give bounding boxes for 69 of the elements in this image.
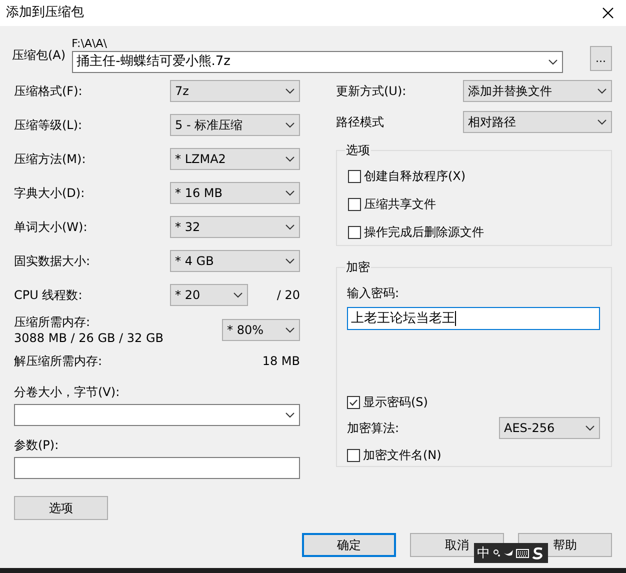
chevron-down-icon [285, 190, 295, 196]
path-mode-combo[interactable]: 相对路径 [463, 111, 612, 133]
chevron-down-icon [585, 425, 595, 431]
chevron-down-icon [597, 119, 607, 125]
option-label: 操作完成后删除源文件 [364, 224, 484, 241]
checkbox[interactable] [347, 396, 360, 408]
chevron-down-icon [285, 156, 295, 162]
setting-combo[interactable]: * 32 [170, 216, 300, 238]
encryption-method-combo[interactable]: AES-256 [499, 417, 600, 439]
password-label: 输入密码: [347, 285, 400, 302]
cpu-threads-total: / 20 [276, 287, 300, 304]
setting-label: 字典大小(D): [14, 185, 85, 202]
memory-usage-combo[interactable]: * 80% [222, 319, 300, 341]
logo-icon[interactable] [532, 546, 544, 560]
archive-path: F:\A\A\ [72, 37, 108, 51]
chevron-down-icon [285, 258, 295, 264]
chevron-down-icon [285, 122, 295, 128]
parameters-field[interactable] [14, 457, 300, 479]
window-title: 添加到压缩包 [6, 4, 84, 22]
close-icon[interactable] [602, 7, 614, 19]
cpu-threads-combo[interactable]: * 20 [170, 284, 248, 306]
options-group-title: 选项 [345, 143, 371, 157]
setting-combo[interactable]: * LZMA2 [170, 148, 300, 170]
options-button[interactable]: 选项 [14, 496, 108, 520]
encryption-group-title: 加密 [345, 260, 371, 274]
parameters-label: 参数(P): [14, 437, 60, 454]
path-mode-label: 路径模式 [336, 114, 384, 131]
update-mode-label: 更新方式(U): [336, 83, 406, 100]
setting-label: 压缩方法(M): [14, 151, 86, 168]
dialog-button[interactable]: 确定 [302, 533, 396, 557]
checkbox[interactable] [348, 170, 361, 182]
setting-combo[interactable]: 5 - 标准压缩 [170, 114, 300, 136]
volume-size-combo[interactable] [14, 404, 300, 426]
setting-label: 单词大小(W): [14, 219, 88, 236]
checkbox[interactable] [348, 198, 361, 210]
update-mode-combo[interactable]: 添加并替换文件 [463, 80, 612, 102]
compress-memory-detail: 3088 MB / 26 GB / 32 GB [14, 330, 164, 346]
setting-label: 固实数据大小: [14, 253, 90, 270]
chevron-down-icon [285, 88, 295, 94]
ime-mode-label[interactable]: 中 [477, 546, 490, 560]
chevron-down-icon [285, 327, 295, 333]
checkbox[interactable] [347, 448, 360, 462]
chevron-down-icon [233, 292, 243, 298]
encrypt-names-label: 加密文件名(N) [363, 447, 442, 464]
ime-status-menu[interactable]: 中 [474, 543, 548, 563]
encryption-method-label: 加密算法: [347, 420, 400, 437]
chevron-down-icon [548, 59, 558, 65]
show-password-label: 显示密码(S) [363, 394, 428, 411]
password-field[interactable]: 上老王论坛当老王 [347, 307, 600, 330]
chevron-down-icon [285, 412, 295, 418]
browse-button[interactable]: ... [590, 46, 612, 71]
compress-memory-label: 压缩所需内存: [14, 314, 92, 330]
chevron-down-icon [597, 88, 607, 94]
volume-size-label: 分卷大小，字节(V): [14, 384, 121, 401]
setting-label: 压缩等级(L): [14, 117, 82, 134]
archive-label: 压缩包(A) [12, 47, 66, 64]
setting-label: 压缩格式(F): [14, 83, 82, 100]
setting-combo[interactable]: 7z [170, 80, 300, 102]
option-label: 创建自释放程序(X) [364, 168, 466, 185]
decompress-memory-value: 18 MB [262, 353, 300, 370]
decompress-memory-label: 解压缩所需内存: [14, 353, 102, 370]
archive-name-combo[interactable]: 捅主任-蝴蝶结可爱小熊.7z [72, 51, 563, 73]
chevron-down-icon [285, 224, 295, 230]
cpu-threads-label: CPU 线程数: [14, 287, 84, 304]
setting-combo[interactable]: * 16 MB [170, 182, 300, 204]
setting-combo[interactable]: * 4 GB [170, 250, 300, 272]
option-label: 压缩共享文件 [364, 196, 436, 213]
checkbox[interactable] [348, 226, 361, 238]
keyboard-icon[interactable] [516, 548, 529, 558]
